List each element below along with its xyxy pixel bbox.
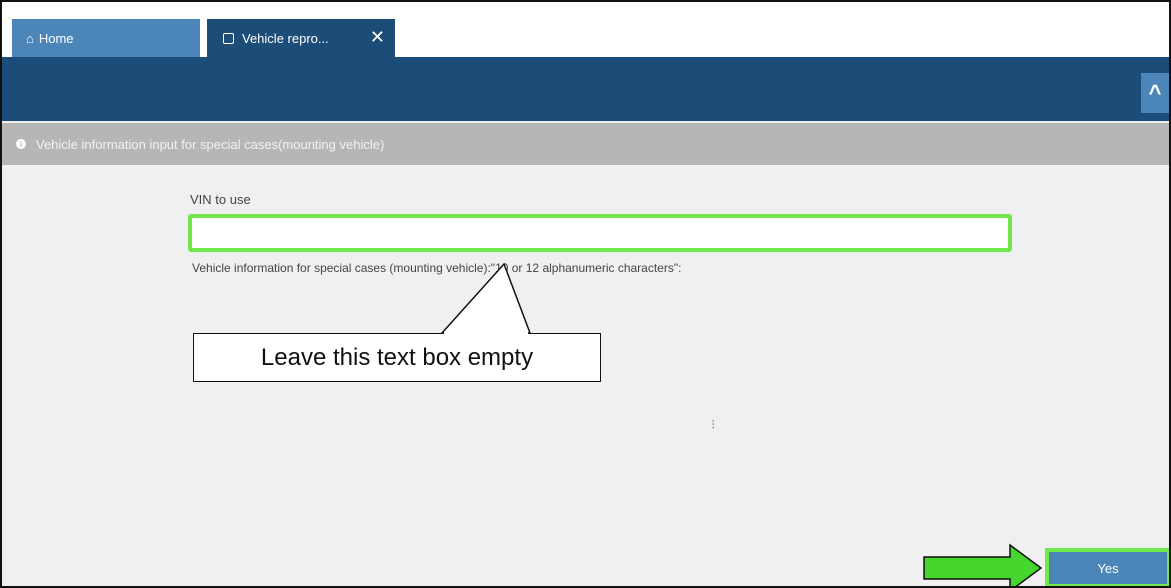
callout-pointer [440,262,532,334]
right-arrow-icon [923,543,1043,586]
callout-box: Leave this text box empty [193,333,601,382]
yes-button[interactable]: Yes [1045,548,1169,586]
callout-text: Leave this text box empty [260,343,534,371]
app-window: ⌂ Home Vehicle repro... ✕ ^ i Vehicle in… [0,0,1171,588]
